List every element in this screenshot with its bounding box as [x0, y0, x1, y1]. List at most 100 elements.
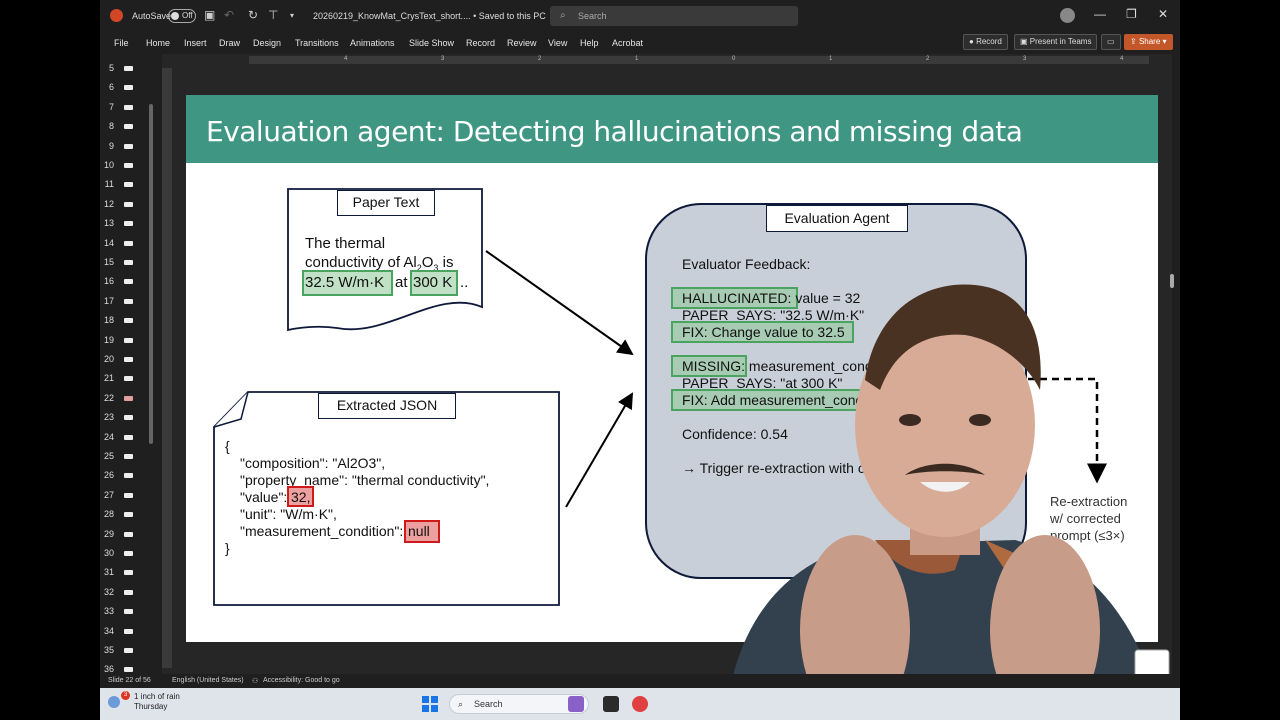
slide-number: 5 [108, 63, 114, 73]
slide-mini-icon [124, 609, 133, 615]
user-avatar[interactable] [1060, 8, 1075, 23]
language-indicator[interactable]: English (United States) [172, 677, 244, 684]
slide-mini-icon [124, 260, 133, 265]
horizontal-ruler: 4 3 2 1 0 1 2 3 4 [249, 56, 1149, 64]
slide-mini-icon [124, 124, 133, 130]
slide-number: 19 [103, 334, 114, 345]
vertical-ruler [162, 68, 172, 668]
slide-counter[interactable]: Slide 22 of 56 [108, 677, 151, 684]
powerpoint-logo-icon [110, 9, 123, 22]
save-icon[interactable]: ▣ [204, 8, 215, 22]
slide-mini-icon [124, 551, 133, 556]
autosave-toggle[interactable]: Off [168, 9, 196, 23]
windows-start-icon[interactable] [422, 696, 438, 712]
slide-mini-icon [124, 648, 133, 653]
slide-mini-icon [124, 201, 133, 207]
ruler-tick-label: 0 [732, 56, 736, 62]
tab-acrobat[interactable]: Acrobat [612, 38, 643, 48]
slide-number: 12 [103, 198, 114, 209]
weather-widget[interactable]: 1 inch of rain Thursday [134, 692, 180, 712]
json-to-agent-arrow [565, 392, 634, 508]
undo-icon[interactable]: ↶ [224, 8, 234, 22]
slide-mini-icon [124, 337, 133, 343]
slide-number: 11 [104, 179, 114, 190]
slide-number: 15 [103, 257, 114, 267]
slide-mini-icon [124, 357, 133, 362]
record-button-label: Record [976, 37, 1002, 46]
slide-mini-icon [124, 298, 133, 304]
ruler-tick-label: 4 [344, 56, 348, 62]
tab-home[interactable]: Home [146, 38, 170, 48]
slide-mini-icon [124, 492, 133, 498]
slide-mini-icon [124, 182, 133, 188]
ruler-tick-label: 4 [1120, 56, 1124, 62]
tab-view[interactable]: View [548, 38, 567, 48]
record-button[interactable]: ● Record [963, 34, 1008, 50]
slide-mini-icon [124, 454, 133, 459]
slide-number: 23 [103, 412, 114, 423]
slide-mini-icon [124, 376, 133, 382]
search-placeholder: Search [578, 11, 607, 21]
taskbar-search-label: Search [474, 699, 503, 709]
slide-number: 14 [103, 237, 114, 248]
present-in-teams-button[interactable]: ▣ Present in Teams [1014, 34, 1098, 50]
slide-mini-icon [124, 221, 133, 227]
share-button[interactable]: ⇪ Share ▾ [1124, 34, 1173, 50]
slide-number: 10 [103, 160, 114, 170]
tab-record[interactable]: Record [466, 38, 495, 48]
close-icon[interactable]: ✕ [1158, 7, 1168, 21]
autosave-label: AutoSave [132, 11, 172, 21]
comments-button[interactable]: ▭ [1101, 34, 1121, 50]
tab-review[interactable]: Review [507, 38, 537, 48]
slide-mini-icon [124, 570, 133, 576]
thumbnail-scrollbar[interactable] [148, 54, 154, 666]
tab-draw[interactable]: Draw [219, 38, 240, 48]
slide-number: 33 [103, 606, 114, 617]
tab-animations[interactable]: Animations [350, 38, 395, 48]
ruler-tick-label: 2 [926, 56, 930, 62]
minimize-icon[interactable]: — [1094, 7, 1106, 21]
file-explorer-app-icon[interactable] [603, 696, 619, 712]
slide-number: 36 [103, 664, 114, 675]
redo-icon[interactable]: ↻ [248, 8, 258, 22]
slide-mini-icon [124, 589, 133, 595]
slide-number: 21 [103, 373, 114, 384]
slide-mini-icon [124, 628, 133, 634]
tab-insert[interactable]: Insert [184, 38, 207, 48]
present-icon[interactable]: ⊤ [268, 8, 278, 22]
tab-design[interactable]: Design [253, 38, 281, 48]
tab-slide-show[interactable]: Slide Show [409, 38, 454, 48]
restore-icon[interactable]: ❐ [1126, 7, 1137, 21]
slide-number: 27 [103, 489, 114, 500]
paper-to-agent-arrow [485, 250, 634, 356]
slide-mini-icon [124, 415, 133, 421]
slide-number: 9 [108, 140, 114, 151]
tab-transitions[interactable]: Transitions [295, 38, 339, 48]
tab-help[interactable]: Help [580, 38, 599, 48]
search-icon: ⌕ [560, 10, 566, 21]
widget-app-icon[interactable] [568, 696, 584, 712]
accessibility-status[interactable]: Accessibility: Good to go [263, 677, 340, 684]
accessibility-icon[interactable]: ⚇ [252, 677, 258, 685]
ribbon-tabs: File Home Insert Draw Design Transitions… [100, 32, 1180, 54]
slide-number: 22 [103, 392, 114, 403]
slide-number: 17 [103, 295, 114, 306]
slide-mini-icon [124, 667, 133, 673]
slide-number: 30 [103, 548, 114, 558]
title-bar: AutoSave Off ▣ ↶ ↻ ⊤ ▾ 20260219_KnowMat_… [100, 0, 1180, 32]
weather-icon[interactable] [108, 696, 120, 708]
thumbnail-scroll-thumb[interactable] [149, 104, 153, 444]
slide-number: 32 [103, 586, 114, 597]
slide-number: 16 [103, 276, 114, 287]
tab-file[interactable]: File [114, 38, 129, 48]
slide-number: 26 [103, 470, 114, 481]
customize-qat-icon[interactable]: ▾ [290, 11, 294, 20]
search-box[interactable]: ⌕ Search [550, 6, 798, 26]
slide-number: 31 [103, 567, 114, 578]
slide-number: 13 [103, 218, 114, 229]
chrome-app-icon[interactable] [632, 696, 648, 712]
slide-number: 20 [103, 354, 114, 364]
file-name[interactable]: 20260219_KnowMat_CrysText_short.... • Sa… [313, 11, 556, 22]
taskbar-search-icon: ⌕ [458, 699, 464, 709]
ruler-tick-label: 3 [441, 56, 445, 62]
